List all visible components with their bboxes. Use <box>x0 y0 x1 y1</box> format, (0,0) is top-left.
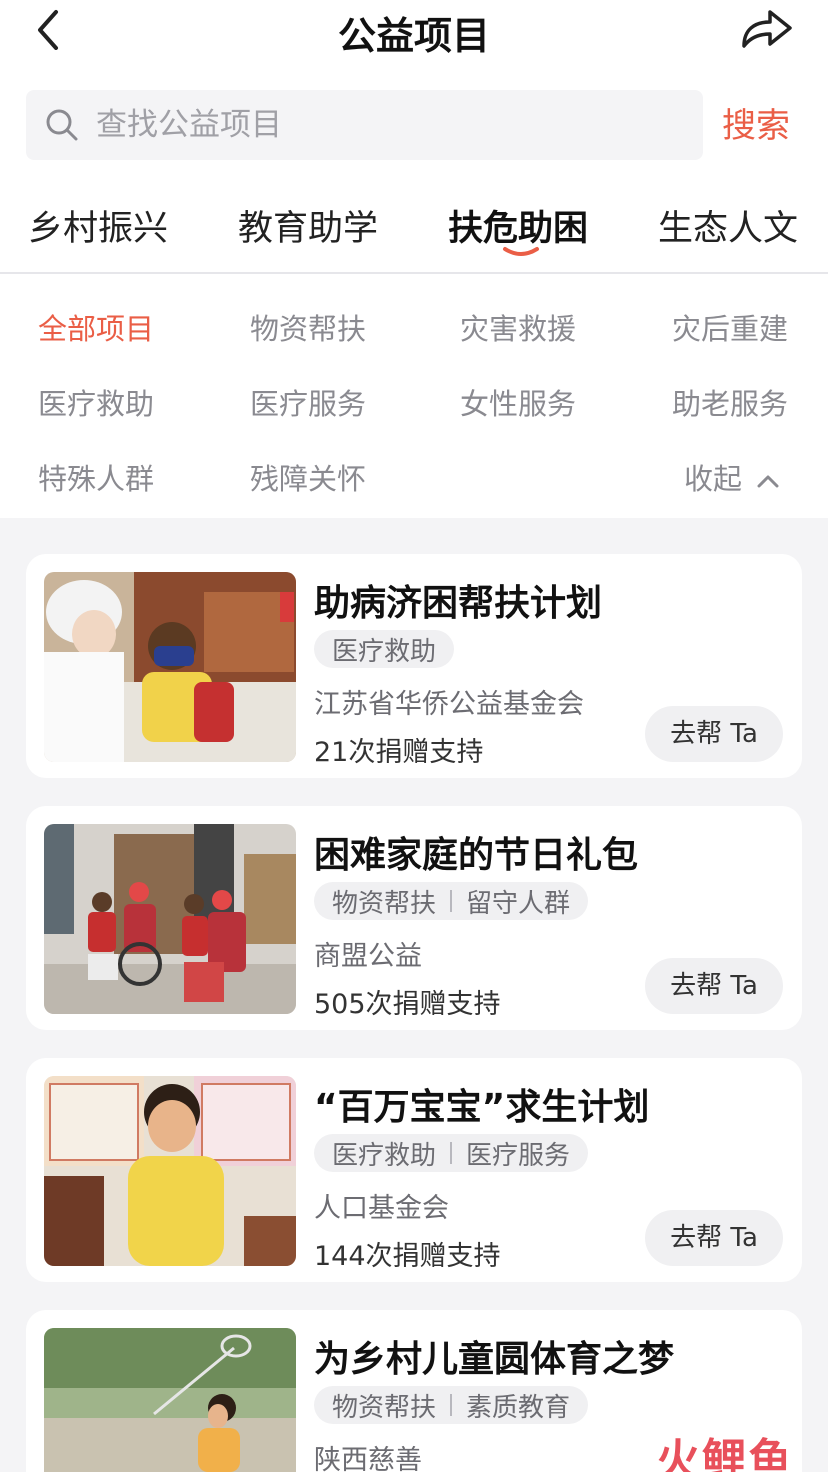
active-tab-indicator <box>503 247 539 256</box>
project-organization: 人口基金会 <box>314 1193 449 1224</box>
project-tag: 留守人群 <box>466 888 571 919</box>
tab-ecology-culture[interactable]: 生态人文 <box>658 200 798 251</box>
chip-medical-aid[interactable]: 医疗救助 <box>38 381 154 423</box>
chip-all-projects[interactable]: 全部项目 <box>38 306 154 348</box>
project-organization: 商盟公益 <box>314 941 422 972</box>
chevron-up-icon <box>757 475 779 488</box>
collapse-button[interactable]: 收起 <box>684 456 779 498</box>
project-tags: 物资帮扶 留守人群 <box>314 882 589 920</box>
project-tag: 物资帮扶 <box>332 888 437 919</box>
chip-medical-service[interactable]: 医疗服务 <box>250 381 366 423</box>
tab-poverty-relief[interactable]: 扶危助困 <box>448 200 588 251</box>
search-button[interactable]: 搜索 <box>722 98 790 154</box>
page-title: 公益项目 <box>337 14 490 58</box>
project-tag: 医疗救助 <box>332 636 437 667</box>
project-tags: 医疗救助 医疗服务 <box>314 1134 589 1172</box>
donation-count: 144次捐赠支持 <box>314 1241 501 1272</box>
project-card[interactable]: 助病济困帮扶计划 医疗救助 江苏省华侨公益基金会 21次捐赠支持 去帮 Ta <box>26 554 802 778</box>
chip-women-service[interactable]: 女性服务 <box>460 381 576 423</box>
share-button[interactable] <box>738 6 794 50</box>
project-tags: 医疗救助 <box>314 630 455 668</box>
project-image <box>44 824 296 1014</box>
tag-divider <box>450 1394 453 1416</box>
navigation-bar: 公益项目 <box>0 0 828 62</box>
project-title: 困难家庭的节日礼包 <box>314 835 639 876</box>
chip-disaster-rescue[interactable]: 灾害救援 <box>460 306 576 348</box>
chip-special-groups[interactable]: 特殊人群 <box>38 456 154 498</box>
project-tag: 医疗救助 <box>332 1140 437 1171</box>
project-image <box>44 1328 296 1472</box>
project-organization: 江苏省华侨公益基金会 <box>314 689 584 720</box>
tab-rural-revitalization[interactable]: 乡村振兴 <box>28 200 168 251</box>
help-button[interactable]: 去帮 Ta <box>645 1210 783 1266</box>
project-tags: 物资帮扶 素质教育 <box>314 1386 589 1424</box>
project-organization: 陕西慈善 <box>314 1445 422 1472</box>
collapse-label: 收起 <box>684 462 743 496</box>
project-title: “百万宝宝”求生计划 <box>314 1087 650 1128</box>
share-icon <box>742 10 792 48</box>
project-title: 助病济困帮扶计划 <box>314 583 603 624</box>
help-button[interactable]: 去帮 Ta <box>645 958 783 1014</box>
project-tag: 医疗服务 <box>466 1140 571 1171</box>
tag-divider <box>450 890 453 912</box>
chip-reconstruction[interactable]: 灾后重建 <box>672 306 788 348</box>
donation-count: 505次捐赠支持 <box>314 989 501 1020</box>
project-image <box>44 572 296 762</box>
project-card[interactable]: 困难家庭的节日礼包 物资帮扶 留守人群 商盟公益 505次捐赠支持 去帮 Ta <box>26 806 802 1030</box>
tag-divider <box>450 1142 453 1164</box>
search-box <box>26 90 703 160</box>
search-input[interactable] <box>96 90 686 160</box>
chip-elderly-service[interactable]: 助老服务 <box>672 381 788 423</box>
chip-material-aid[interactable]: 物资帮扶 <box>250 306 366 348</box>
project-image <box>44 1076 296 1266</box>
project-tag: 物资帮扶 <box>332 1392 437 1423</box>
chip-disability-care[interactable]: 残障关怀 <box>250 456 366 498</box>
project-card[interactable]: “百万宝宝”求生计划 医疗救助 医疗服务 人口基金会 144次捐赠支持 去帮 T… <box>26 1058 802 1282</box>
watermark-logo: 火鲤鱼 <box>656 1435 794 1472</box>
tab-education-aid[interactable]: 教育助学 <box>238 200 378 251</box>
donation-count: 21次捐赠支持 <box>314 737 484 768</box>
project-title: 为乡村儿童圆体育之梦 <box>314 1339 675 1380</box>
project-tag: 素质教育 <box>466 1392 571 1423</box>
help-button[interactable]: 去帮 Ta <box>645 706 783 762</box>
category-tabs: 乡村振兴 教育助学 扶危助困 生态人文 <box>0 190 828 274</box>
search-icon <box>46 109 78 141</box>
header-area: 公益项目 搜索 乡村振兴 教育助学 扶危助困 生态人文 全部项目 物资帮扶 灾害… <box>0 0 828 518</box>
